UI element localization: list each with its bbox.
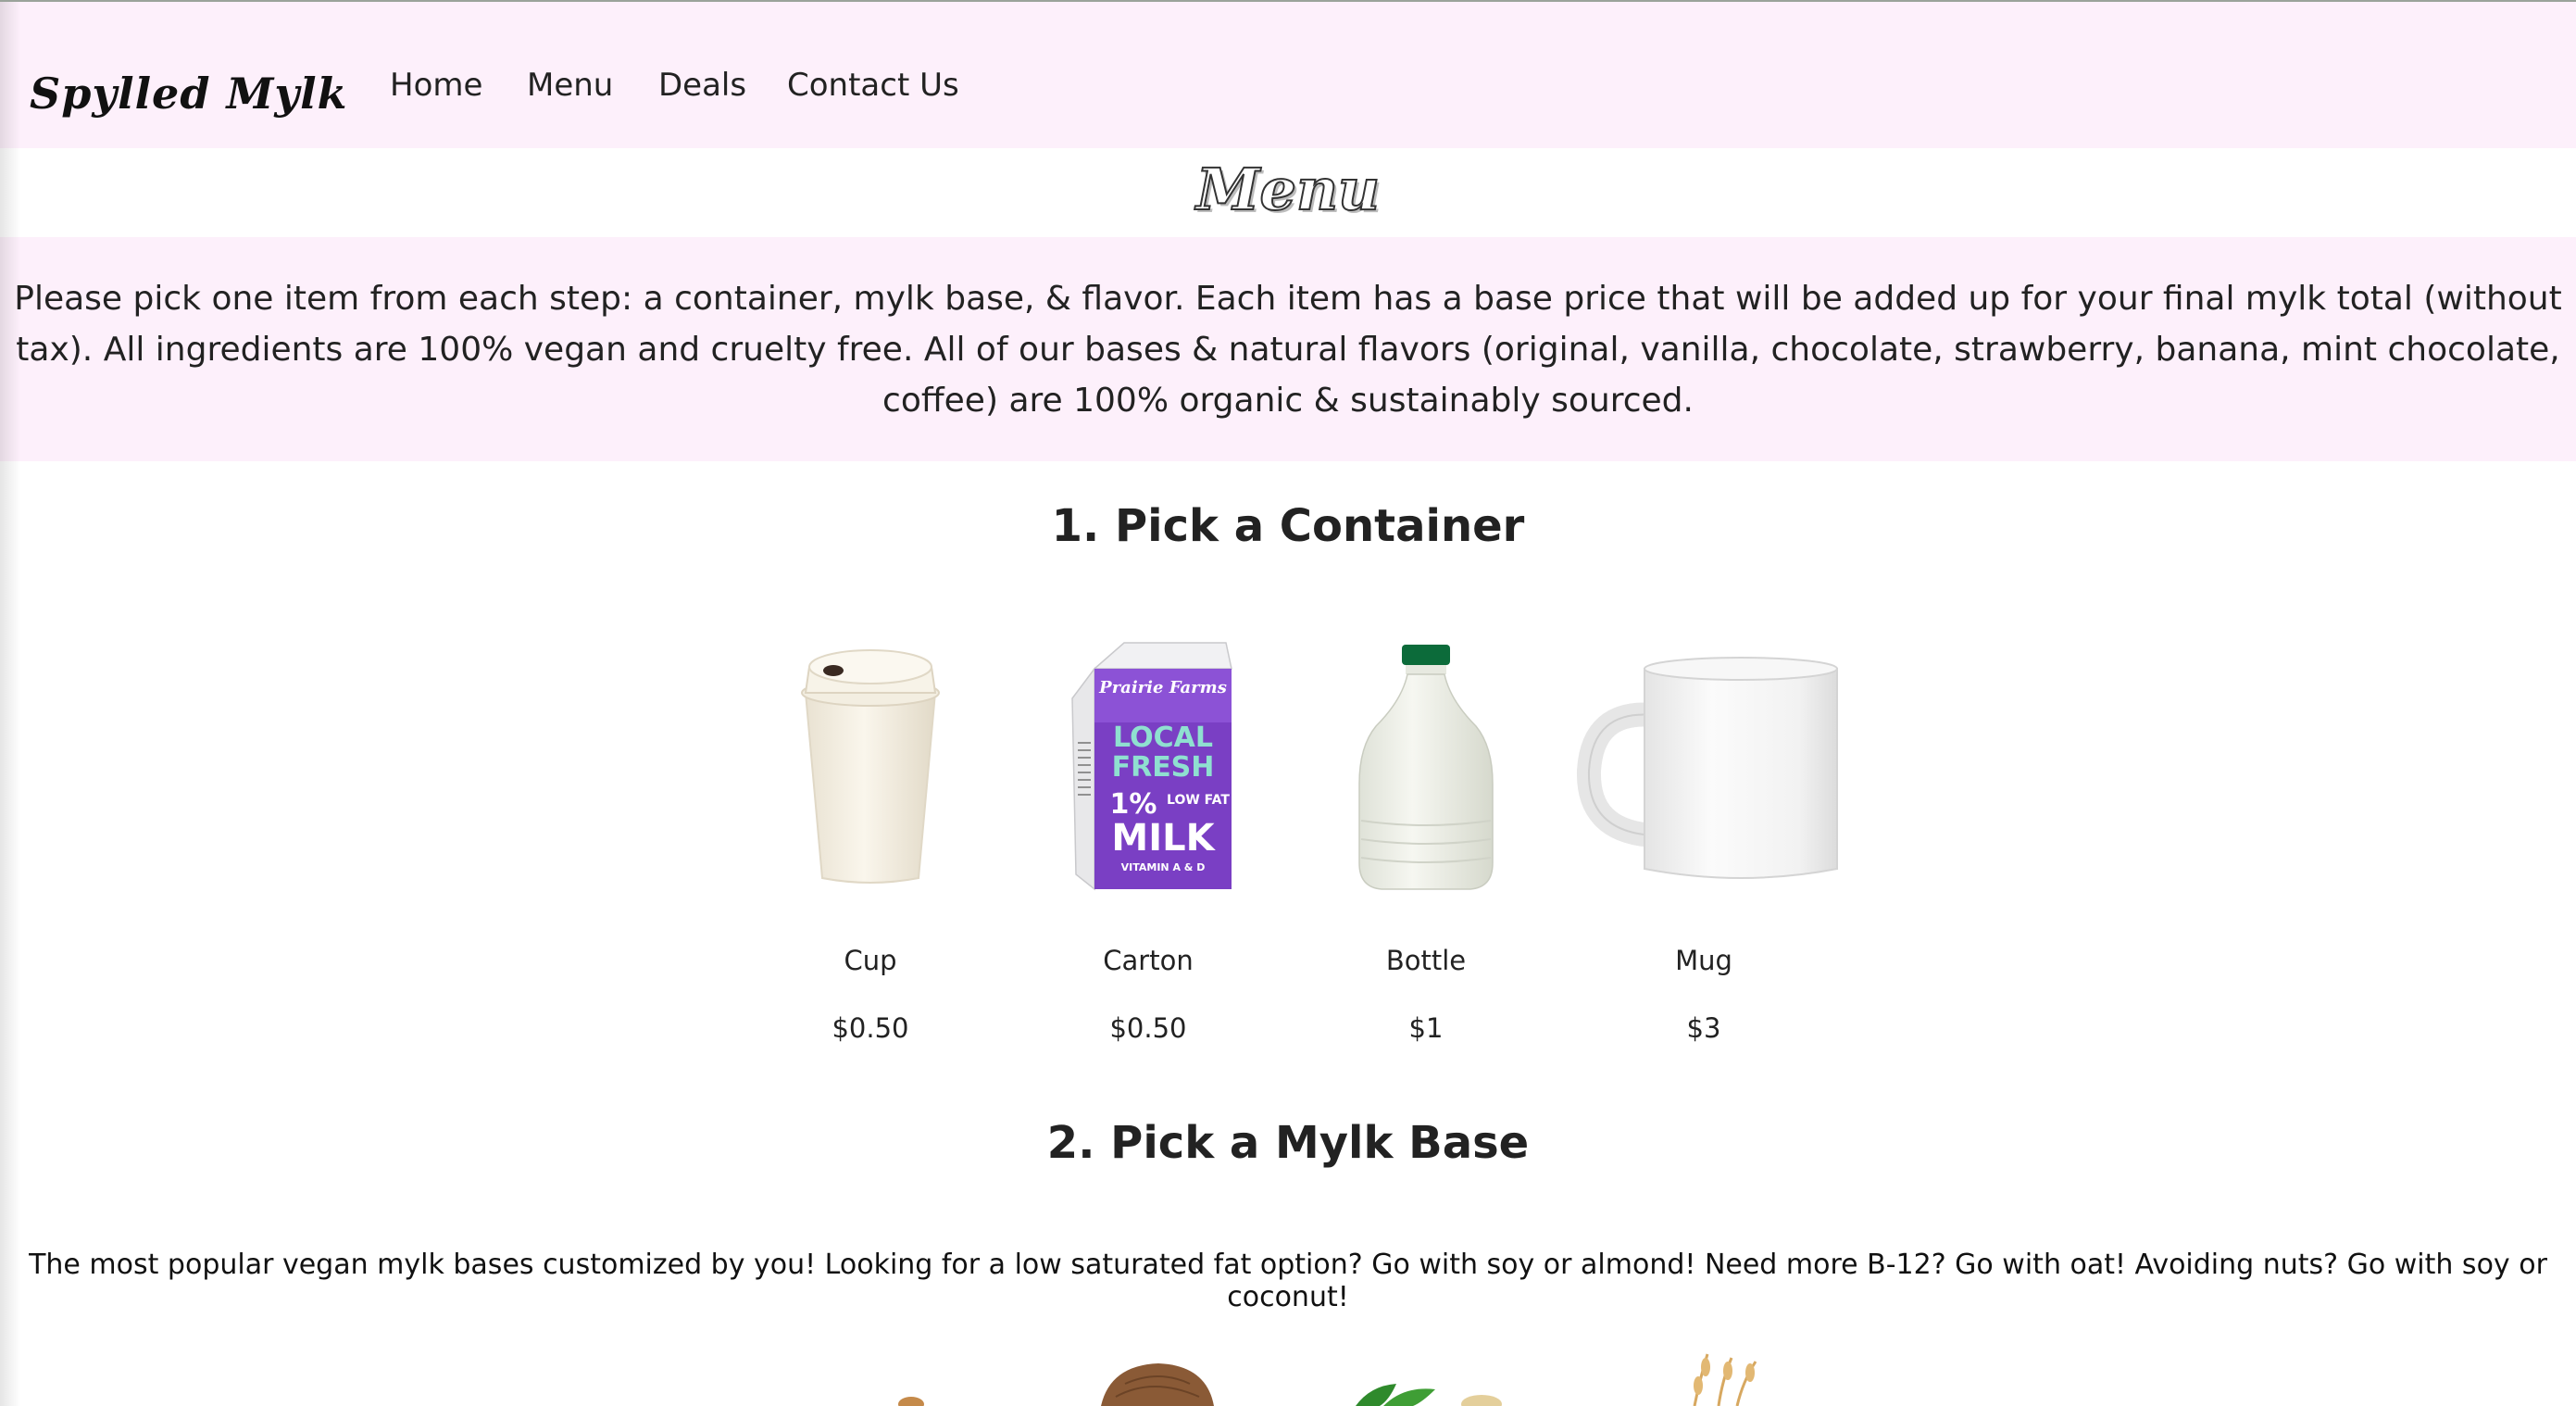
step1-title: 1. Pick a Container xyxy=(1051,500,1525,552)
mug-image xyxy=(1576,657,1838,879)
navbar: Spylled Mylk Home Menu Deals Contact Us xyxy=(0,2,2576,148)
item-price: $0.50 xyxy=(832,1012,909,1044)
nav-home[interactable]: Home xyxy=(390,67,482,104)
nav-deals[interactable]: Deals xyxy=(658,67,746,104)
carton-lowfat-text: LOW FAT xyxy=(1167,793,1230,808)
item-price: $3 xyxy=(1686,1012,1721,1044)
container-option-mug[interactable]: Mug $3 xyxy=(1576,630,1838,1056)
item-price: $0.50 xyxy=(1109,1012,1187,1044)
item-name: Bottle xyxy=(1385,945,1467,976)
milk-bottle-image xyxy=(1358,645,1494,890)
milk-carton-image: Prairie Farms LOCAL FRESH 1% LOW FAT MIL… xyxy=(1071,642,1232,891)
item-name: Cup xyxy=(844,945,897,976)
item-price: $1 xyxy=(1408,1012,1444,1044)
coconut-image-partial[interactable] xyxy=(1097,1360,1218,1406)
carton-percent-text: 1% xyxy=(1110,788,1157,821)
carton-local-text: LOCAL xyxy=(1113,722,1213,754)
item-name: Carton xyxy=(1103,945,1194,976)
carton-milk-text: MILK xyxy=(1111,817,1216,860)
step2-title: 2. Pick a Mylk Base xyxy=(1046,1117,1530,1169)
oat-image-partial[interactable] xyxy=(1667,1352,1769,1406)
carton-fresh-text: FRESH xyxy=(1112,751,1215,784)
nav-menu[interactable]: Menu xyxy=(527,67,613,104)
carton-vitamin-text: VITAMIN A & D xyxy=(1121,861,1206,873)
page-title: Menu xyxy=(1195,155,1381,224)
nav-contact-us[interactable]: Contact Us xyxy=(787,67,959,104)
cup-image xyxy=(801,649,940,884)
intro-text: Please pick one item from each step: a c… xyxy=(14,279,2562,420)
item-name: Mug xyxy=(1675,945,1732,976)
almond-image-partial[interactable] xyxy=(889,1352,926,1406)
container-option-carton[interactable]: Prairie Farms LOCAL FRESH 1% LOW FAT MIL… xyxy=(1046,630,1250,1056)
step2-description: The most popular vegan mylk bases custom… xyxy=(29,1249,2547,1313)
container-option-bottle[interactable]: Bottle $1 xyxy=(1324,630,1528,1056)
intro-banner: Please pick one item from each step: a c… xyxy=(0,237,2576,461)
brand-logo[interactable]: Spylled Mylk xyxy=(30,69,348,119)
soy-image-partial[interactable] xyxy=(1352,1380,1509,1406)
carton-brand-text: Prairie Farms xyxy=(1098,678,1227,697)
container-option-cup[interactable]: Cup $0.50 xyxy=(769,630,972,1056)
